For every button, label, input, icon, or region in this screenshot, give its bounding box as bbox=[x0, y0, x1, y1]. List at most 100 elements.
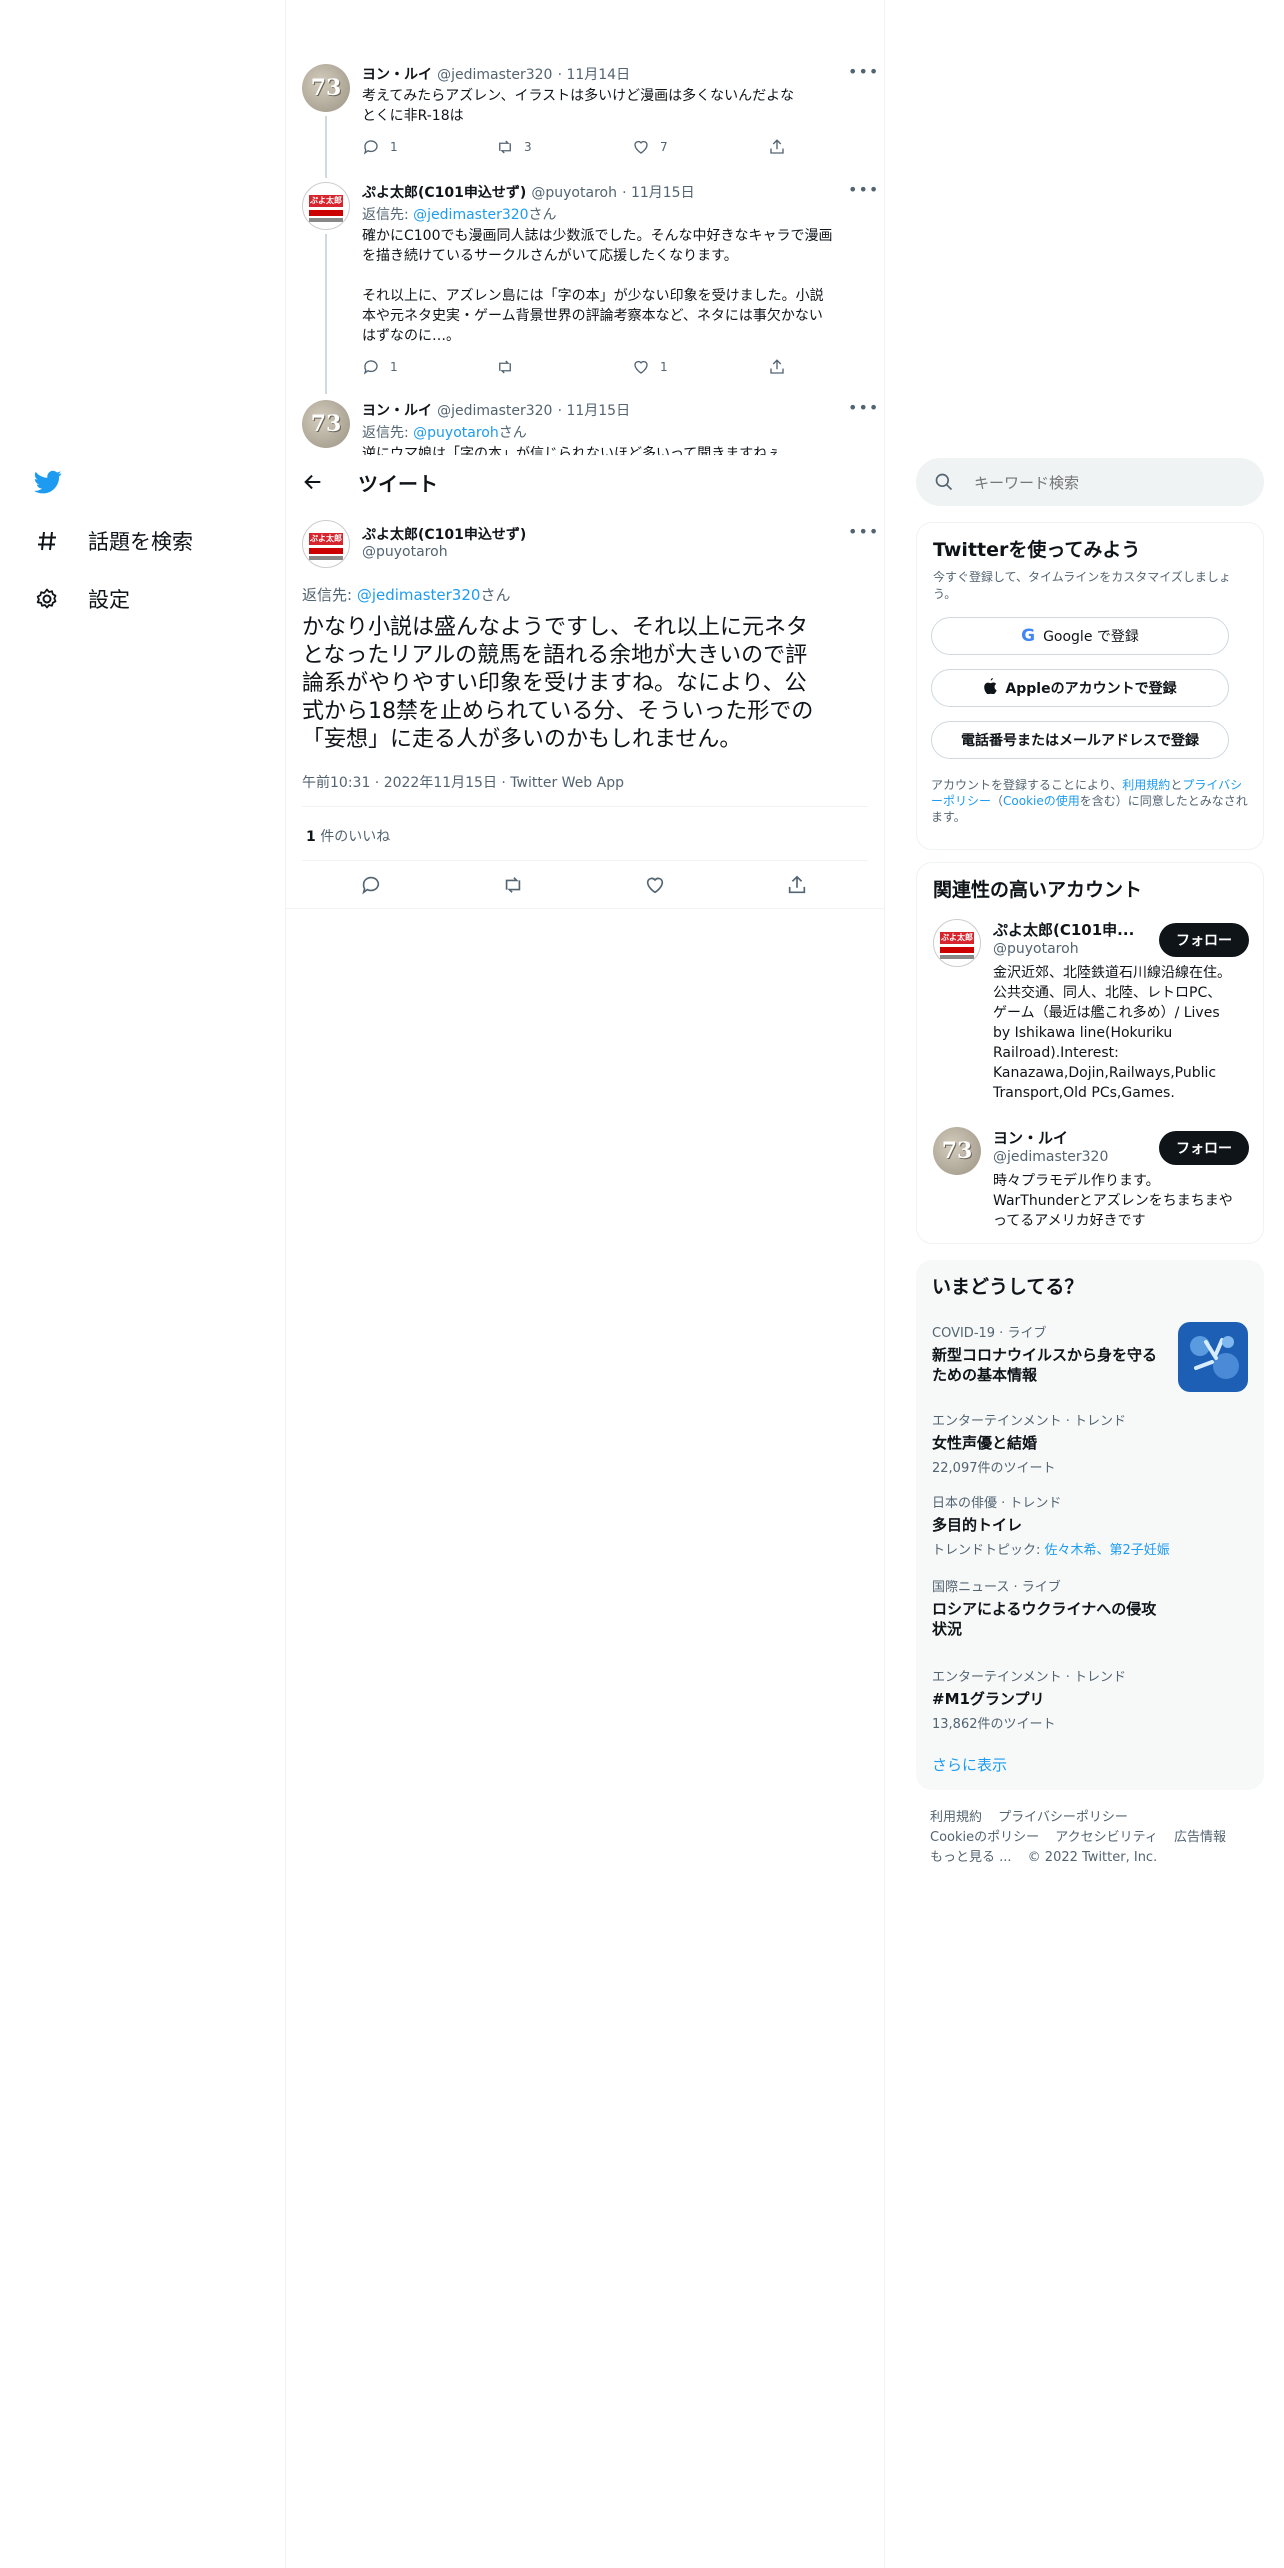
reply-to-link[interactable]: @puyotaroh bbox=[413, 425, 499, 441]
share-icon bbox=[770, 139, 784, 154]
reply-to: 返信先: @jedimaster320さん bbox=[362, 207, 557, 223]
more-options-icon[interactable]: ••• bbox=[848, 398, 879, 417]
footer-link[interactable]: Cookieのポリシー bbox=[930, 1830, 1039, 1845]
hashtag-icon bbox=[32, 526, 62, 556]
like-button[interactable]: 1 bbox=[632, 358, 668, 376]
page-header: ツイート bbox=[286, 455, 884, 509]
trend-topic-link[interactable]: 佐々木希、第2子妊娠 bbox=[1045, 1543, 1170, 1558]
avatar[interactable]: ぷよ太郎 bbox=[302, 520, 350, 568]
google-icon: G bbox=[1021, 626, 1036, 646]
signup-card: Twitterを使ってみよう 今すぐ登録して、タイムラインをカスタマイズしましょ… bbox=[916, 522, 1264, 850]
heart-icon bbox=[634, 140, 648, 154]
show-more-link[interactable]: さらに表示 bbox=[932, 1754, 1007, 1775]
account-handle[interactable]: @puyotaroh bbox=[993, 941, 1079, 957]
thread-line bbox=[325, 234, 327, 394]
cookie-link[interactable]: Cookieの使用 bbox=[1003, 794, 1080, 808]
hr bbox=[302, 806, 868, 807]
copyright: © 2022 Twitter, Inc. bbox=[1027, 1850, 1158, 1865]
footer-link[interactable]: プライバシーポリシー bbox=[998, 1810, 1128, 1825]
reply-icon bbox=[363, 360, 378, 375]
follow-button[interactable]: フォロー bbox=[1159, 1131, 1249, 1165]
search-box[interactable] bbox=[916, 458, 1264, 506]
reply-to-link[interactable]: @jedimaster320 bbox=[413, 207, 528, 223]
reply-to: 返信先: @puyotarohさん bbox=[362, 425, 527, 441]
heart-icon bbox=[634, 360, 648, 374]
avatar[interactable]: 73 bbox=[933, 1127, 981, 1175]
retweet-icon bbox=[499, 140, 511, 154]
footer-links: 利用規約 プライバシーポリシー Cookieのポリシー アクセシビリティ 広告情… bbox=[930, 1808, 1250, 1868]
likes-stat[interactable]: 1 件のいいね bbox=[306, 826, 390, 846]
author-handle[interactable]: @puyotaroh bbox=[362, 544, 448, 560]
footer-link[interactable]: アクセシビリティ bbox=[1055, 1830, 1158, 1845]
more-options-icon[interactable]: ••• bbox=[848, 180, 879, 199]
tweet-date[interactable]: · 11月15日 bbox=[622, 185, 695, 201]
account-bio: 金沢近郊、北陸鉄道石川線沿線在住。 公共交通、同人、北陸、レトロPC、 ゲーム（… bbox=[993, 965, 1231, 1101]
author-name[interactable]: ヨン・ルイ bbox=[362, 403, 432, 419]
google-signup-button[interactable]: G Google で登録 bbox=[931, 617, 1229, 655]
avatar[interactable]: 73 bbox=[302, 400, 350, 448]
tweet-header: ヨン・ルイ @jedimaster320 · 11月15日 bbox=[362, 400, 630, 420]
back-arrow-icon[interactable] bbox=[302, 471, 324, 497]
nav-explore[interactable]: 話題を検索 bbox=[32, 526, 193, 556]
reply-button[interactable]: 1 bbox=[362, 358, 398, 376]
more-options-icon[interactable]: ••• bbox=[848, 62, 879, 81]
search-icon bbox=[934, 472, 954, 496]
twitter-logo-icon[interactable] bbox=[32, 468, 64, 498]
trend-item[interactable]: エンターテインメント · トレンド 女性声優と結婚 22,097件のツイート bbox=[932, 1410, 1248, 1476]
page-title: ツイート bbox=[358, 472, 438, 496]
account-name[interactable]: ヨン・ルイ bbox=[993, 1127, 1068, 1148]
terms-link[interactable]: 利用規約 bbox=[1122, 778, 1170, 792]
account-name[interactable]: ぷよ太郎(C101申... bbox=[993, 919, 1134, 940]
main-tweet-text: かなり小説は盛んなようですし、それ以上に元ネタ となったリアルの競馬を語れる余地… bbox=[302, 615, 814, 752]
author-handle[interactable]: @puyotaroh bbox=[531, 185, 617, 201]
reply-icon[interactable] bbox=[360, 874, 382, 900]
reply-button[interactable]: 1 bbox=[362, 138, 398, 156]
nav-settings[interactable]: 設定 bbox=[32, 584, 130, 614]
avatar[interactable]: 73 bbox=[302, 64, 350, 112]
share-button[interactable] bbox=[768, 138, 786, 156]
tweet-timestamp[interactable]: 午前10:31 · 2022年11月15日 · Twitter Web App bbox=[302, 772, 624, 792]
tweet-header: ぷよ太郎(C101申込せず) @puyotaroh · 11月15日 bbox=[362, 182, 695, 202]
signup-title: Twitterを使ってみよう bbox=[933, 539, 1141, 561]
author-name[interactable]: ぷよ太郎(C101申込せず) bbox=[362, 185, 526, 201]
more-options-icon[interactable]: ••• bbox=[848, 522, 879, 541]
footer-more-link[interactable]: もっと見る ... bbox=[930, 1850, 1012, 1865]
avatar[interactable]: ぷよ太郎 bbox=[302, 182, 350, 230]
account-handle[interactable]: @jedimaster320 bbox=[993, 1149, 1108, 1165]
reply-to-link[interactable]: @jedimaster320 bbox=[357, 586, 481, 604]
author-name[interactable]: ヨン・ルイ bbox=[362, 67, 432, 83]
footer-link[interactable]: 広告情報 bbox=[1174, 1830, 1226, 1845]
nav-explore-label: 話題を検索 bbox=[88, 530, 193, 554]
retweet-icon[interactable] bbox=[502, 874, 524, 900]
avatar[interactable]: ぷよ太郎 bbox=[933, 919, 981, 967]
tweet-text: 確かにC100でも漫画同人誌は少数派でした。そんな中好きなキャラで漫画 を描き続… bbox=[362, 228, 833, 344]
tweet-date[interactable]: · 11月15日 bbox=[558, 403, 631, 419]
like-button[interactable]: 7 bbox=[632, 138, 668, 156]
trend-item[interactable]: 日本の俳優 · トレンド 多目的トイレ トレンドトピック: 佐々木希、第2子妊娠 bbox=[932, 1492, 1248, 1558]
trend-item[interactable]: COVID-19 · ライブ 新型コロナウイルスから身を守る ための基本情報 bbox=[932, 1322, 1248, 1396]
signup-terms: アカウントを登録することにより、利用規約とプライバシーポリシー（Cookieの使… bbox=[931, 778, 1248, 824]
retweet-button[interactable]: 3 bbox=[496, 138, 532, 156]
apple-icon bbox=[983, 678, 997, 698]
share-button[interactable] bbox=[768, 358, 786, 376]
hr bbox=[286, 908, 884, 909]
apple-signup-button[interactable]: Appleのアカウントで登録 bbox=[931, 669, 1229, 707]
author-handle[interactable]: @jedimaster320 bbox=[437, 403, 552, 419]
search-input[interactable] bbox=[972, 470, 1246, 496]
tweet-text: 考えてみたらアズレン、イラストは多いけど漫画は多くないんだよな とくに非R-18… bbox=[362, 88, 795, 124]
trend-item[interactable]: エンターテインメント · トレンド #M1グランプリ 13,862件のツイート bbox=[932, 1666, 1248, 1732]
tweet-date[interactable]: · 11月14日 bbox=[558, 67, 631, 83]
phone-email-signup-button[interactable]: 電話番号またはメールアドレスで登録 bbox=[931, 721, 1229, 759]
main-column-border bbox=[884, 0, 885, 2568]
gear-icon bbox=[32, 584, 62, 614]
footer-link[interactable]: 利用規約 bbox=[930, 1810, 982, 1825]
author-handle[interactable]: @jedimaster320 bbox=[437, 67, 552, 83]
author-name[interactable]: ぷよ太郎(C101申込せず) bbox=[362, 524, 526, 544]
retweet-button[interactable] bbox=[496, 358, 524, 376]
share-icon[interactable] bbox=[786, 874, 808, 900]
trend-item[interactable]: 国際ニュース · ライブ ロシアによるウクライナへの侵攻 状況 bbox=[932, 1576, 1248, 1639]
heart-icon[interactable] bbox=[644, 874, 666, 900]
reply-to: 返信先: @jedimaster320さん bbox=[302, 586, 511, 604]
follow-button[interactable]: フォロー bbox=[1159, 923, 1249, 957]
left-column-border bbox=[285, 0, 286, 2568]
